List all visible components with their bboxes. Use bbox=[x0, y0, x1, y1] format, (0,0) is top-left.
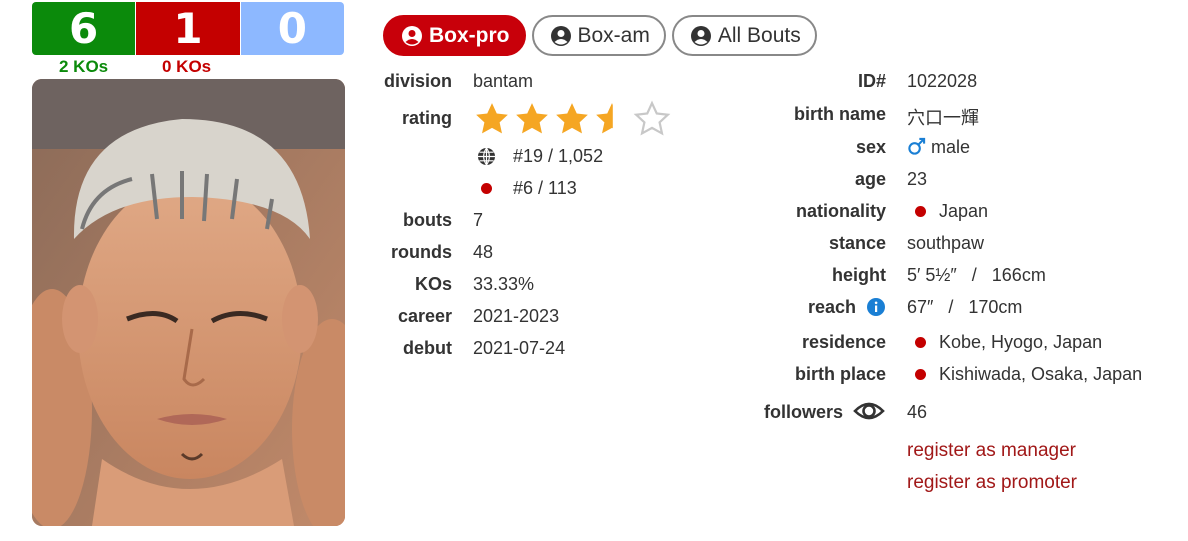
kos-value: 33.33% bbox=[473, 274, 535, 294]
world-rank: #19 / 1,052 bbox=[513, 146, 604, 166]
eye-icon[interactable] bbox=[853, 398, 885, 424]
reach-value: 67″ / 170cm bbox=[907, 297, 1023, 317]
kos-label: KOs bbox=[414, 274, 452, 294]
debut-value: 2021-07-24 bbox=[473, 338, 566, 358]
losses-count: 1 bbox=[135, 2, 240, 55]
win-kos: 2 KOs bbox=[59, 57, 109, 76]
bouts-value: 7 bbox=[473, 210, 484, 230]
tab-label: All Bouts bbox=[717, 23, 801, 47]
rounds-value: 48 bbox=[473, 242, 494, 262]
wins-count: 6 bbox=[32, 2, 136, 55]
nationality-value: Japan bbox=[939, 201, 989, 221]
birth-name-label: birth name bbox=[793, 104, 886, 124]
japan-flag-icon bbox=[915, 369, 926, 380]
male-symbol-icon bbox=[908, 137, 926, 155]
rounds-label: rounds bbox=[391, 242, 452, 262]
star-full-icon bbox=[476, 103, 508, 134]
tab-box-pro[interactable]: Box-pro bbox=[383, 15, 526, 56]
tab-label: Box-am bbox=[577, 23, 650, 47]
stance-value: southpaw bbox=[907, 233, 985, 253]
star-empty-icon bbox=[633, 100, 671, 136]
country-flag-icon bbox=[481, 183, 492, 194]
career-label: career bbox=[397, 306, 452, 326]
id-label: ID# bbox=[857, 71, 886, 91]
reach-label: reach bbox=[807, 297, 856, 317]
sex-label: sex bbox=[855, 137, 886, 157]
record-type-tabs: Box-pro Box-am All Bouts bbox=[383, 15, 817, 56]
height-value: 5′ 5½″ / 166cm bbox=[907, 265, 1046, 285]
register-promoter-link[interactable]: register as promoter bbox=[907, 472, 1077, 494]
tab-all-bouts[interactable]: All Bouts bbox=[671, 15, 817, 56]
star-full-icon bbox=[556, 103, 588, 134]
boxer-photo bbox=[32, 79, 345, 526]
residence-value: Kobe, Hyogo, Japan bbox=[939, 332, 1103, 352]
info-icon[interactable] bbox=[866, 297, 886, 317]
rating-label: rating bbox=[401, 108, 452, 128]
japan-flag-icon bbox=[915, 206, 926, 217]
register-manager-link[interactable]: register as manager bbox=[907, 440, 1076, 462]
age-value: 23 bbox=[907, 169, 928, 189]
birth-place-value: Kishiwada, Osaka, Japan bbox=[939, 364, 1143, 384]
record-summary: 6 1 0 bbox=[32, 2, 344, 55]
user-circle-icon bbox=[690, 25, 711, 46]
birth-name-value: 穴口一輝 bbox=[907, 108, 979, 129]
loss-kos: 0 KOs bbox=[162, 57, 212, 76]
followers-label: followers bbox=[763, 402, 843, 422]
draws-count: 0 bbox=[239, 2, 344, 55]
division-value: bantam bbox=[473, 71, 534, 91]
user-circle-icon bbox=[402, 25, 422, 46]
rating-stars bbox=[473, 100, 671, 138]
tab-label: Box-pro bbox=[429, 23, 510, 47]
followers-value: 46 bbox=[907, 402, 928, 422]
height-label: height bbox=[832, 265, 886, 285]
sex-value: male bbox=[931, 137, 971, 157]
bouts-label: bouts bbox=[403, 210, 452, 230]
tab-box-am[interactable]: Box-am bbox=[531, 15, 666, 56]
star-full-icon bbox=[516, 103, 548, 134]
nationality-label: nationality bbox=[795, 201, 886, 221]
country-rank: #6 / 113 bbox=[513, 178, 577, 198]
debut-label: debut bbox=[403, 338, 452, 358]
division-label: division bbox=[383, 71, 452, 91]
japan-flag-icon bbox=[915, 337, 926, 348]
id-value: 1022028 bbox=[907, 71, 978, 91]
stance-label: stance bbox=[828, 233, 886, 253]
globe-icon bbox=[477, 147, 496, 166]
star-half-icon bbox=[596, 103, 613, 134]
birth-place-label: birth place bbox=[794, 364, 886, 384]
residence-label: residence bbox=[801, 332, 886, 352]
age-label: age bbox=[854, 169, 886, 189]
user-circle-icon bbox=[550, 25, 571, 46]
career-value: 2021-2023 bbox=[473, 306, 560, 326]
